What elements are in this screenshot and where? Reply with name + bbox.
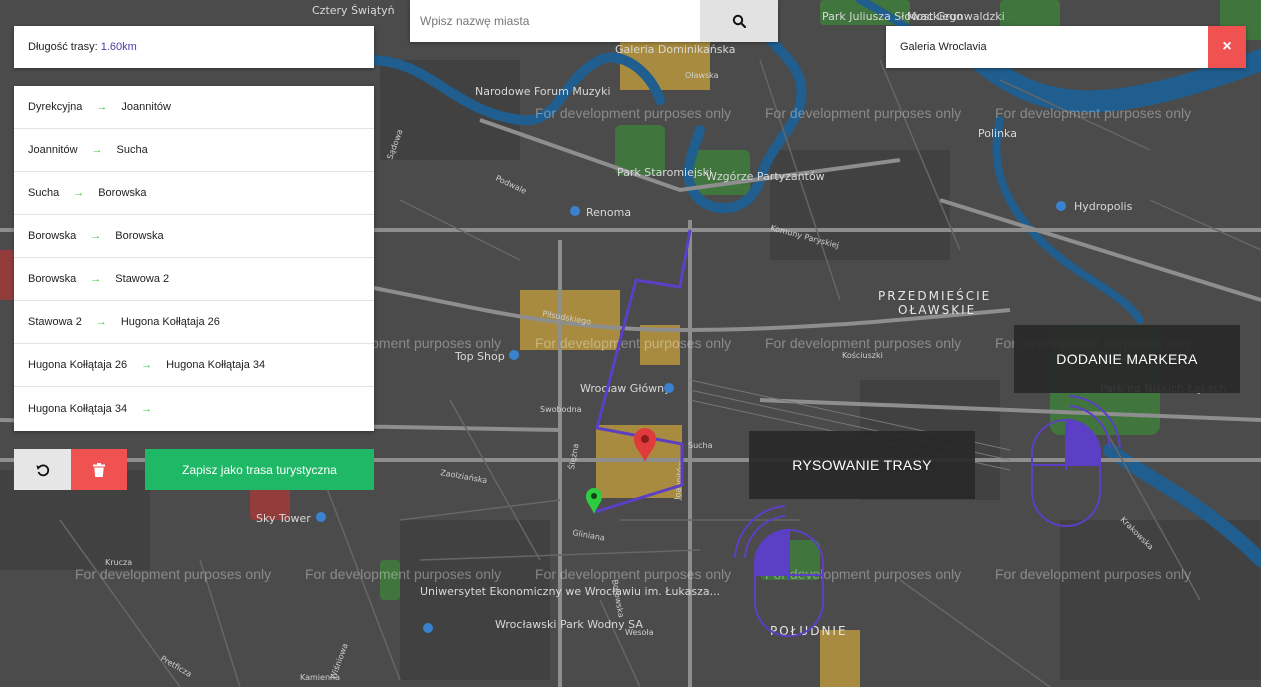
- map-watermark: For development purposes only: [995, 105, 1191, 121]
- route-length-value: 1.60km: [100, 41, 137, 53]
- map-watermark: For development purposes only: [765, 105, 961, 121]
- place-label: Galeria Dominikańska: [615, 43, 735, 56]
- undo-button[interactable]: [14, 449, 71, 490]
- street-label: Oławska: [685, 71, 719, 80]
- arrow-right-icon: →: [141, 359, 153, 371]
- street-label: Sucha: [688, 441, 713, 450]
- leg-to: Joannitów: [121, 101, 171, 113]
- list-item[interactable]: Sucha → Borowska: [14, 172, 374, 215]
- place-label: Sky Tower: [256, 512, 311, 525]
- leg-from: Hugona Kołłątaja 26: [28, 359, 128, 371]
- street-label: Wesoła: [625, 628, 654, 637]
- route-legs-list: Dyrekcyjna → Joannitów Joannitów → Sucha…: [14, 86, 374, 431]
- trash-icon: [93, 462, 105, 477]
- place-label: Park Staromiejski: [617, 166, 712, 179]
- place-label: Wrocław Główny: [580, 382, 671, 395]
- arrow-right-icon: →: [91, 144, 103, 156]
- place-label: Wrocławski Park Wodny SA: [495, 618, 643, 631]
- route-length-box: Długość trasy: 1.60km: [14, 26, 374, 68]
- place-label: Hydropolis: [1074, 200, 1133, 213]
- place-label: Renoma: [586, 206, 631, 219]
- list-item[interactable]: Hugona Kołłątaja 26 → Hugona Kołłątaja 3…: [14, 344, 374, 387]
- leg-from: Dyrekcyjna: [28, 101, 83, 113]
- list-item[interactable]: Hugona Kołłątaja 34 →: [14, 387, 374, 430]
- place-label: Cztery Świątyń: [312, 4, 395, 17]
- district-label: PRZEDMIEŚCIE: [878, 288, 991, 303]
- list-item[interactable]: Joannitów → Sucha: [14, 129, 374, 172]
- arrow-right-icon: →: [96, 101, 108, 113]
- map-watermark: For development purposes only: [305, 566, 501, 582]
- leg-to: Borowska: [98, 187, 147, 199]
- leg-to: Hugona Kołłątaja 34: [166, 359, 266, 371]
- route-length-label: Długość trasy:: [28, 41, 98, 53]
- search-button[interactable]: [700, 0, 778, 42]
- city-search-input[interactable]: [410, 0, 700, 42]
- street-label: Swobodna: [540, 405, 582, 414]
- city-search-bar: [410, 0, 778, 42]
- place-label: Top Shop: [454, 350, 505, 363]
- close-icon: ×: [1222, 38, 1232, 55]
- leg-from: Hugona Kołłątaja 34: [28, 402, 128, 415]
- draw-route-hint-label: RYSOWANIE TRASY: [792, 457, 932, 473]
- poi-icon: [570, 206, 580, 216]
- poi-icon: [316, 512, 326, 522]
- map-watermark: For development purposes only: [535, 566, 731, 582]
- add-marker-hint-label: DODANIE MARKERA: [1056, 351, 1198, 367]
- poi-icon: [423, 623, 433, 633]
- list-item[interactable]: Stawowa 2 → Hugona Kołłątaja 26: [14, 301, 374, 344]
- poi-icon: [1056, 201, 1066, 211]
- selected-place-box: Galeria Wroclavia ×: [886, 26, 1246, 68]
- arrow-right-icon: →: [90, 273, 102, 285]
- map-watermark: For development purposes only: [75, 566, 271, 582]
- list-item[interactable]: Dyrekcyjna → Joannitów: [14, 86, 374, 129]
- leg-to: Sucha: [116, 144, 148, 156]
- save-button-label: Zapisz jako trasa turystyczna: [182, 462, 337, 477]
- search-icon: [732, 14, 746, 28]
- leg-from: Sucha: [28, 187, 60, 199]
- map-watermark: For development purposes only: [995, 566, 1191, 582]
- arrow-right-icon: →: [73, 187, 85, 199]
- arrow-right-icon: →: [95, 316, 107, 328]
- selected-place-name: Galeria Wroclavia: [900, 41, 987, 53]
- leg-to: Borowska: [115, 230, 164, 242]
- map-watermark: For development purposes only: [535, 105, 731, 121]
- place-label: Narodowe Forum Muzyki: [475, 85, 611, 98]
- leg-from: Borowska: [28, 273, 77, 285]
- draw-route-hint: RYSOWANIE TRASY: [749, 431, 975, 499]
- list-item[interactable]: Borowska → Stawowa 2: [14, 258, 374, 301]
- poi-icon: [509, 350, 519, 360]
- street-label: Krucza: [105, 558, 132, 567]
- map-watermark: For development purposes only: [765, 335, 961, 351]
- poi-icon: [664, 383, 674, 393]
- place-label: Park Juliusza Słowackiego: [822, 10, 963, 23]
- place-label: Polinka: [978, 127, 1017, 140]
- leg-from: Joannitów: [28, 144, 78, 156]
- arrow-right-icon: →: [90, 230, 102, 242]
- place-label: Wzgórze Partyzantów: [706, 170, 825, 183]
- street-label: Kościuszki: [842, 350, 883, 360]
- save-tourist-route-button[interactable]: Zapisz jako trasa turystyczna: [145, 449, 374, 490]
- place-label: Uniwersytet Ekonomiczny we Wrocławiu im.…: [420, 585, 720, 598]
- add-marker-hint: DODANIE MARKERA: [1014, 325, 1240, 393]
- close-button[interactable]: ×: [1208, 26, 1246, 68]
- undo-icon: [35, 463, 49, 476]
- leg-from: Stawowa 2: [28, 316, 82, 328]
- arrow-right-icon: →: [141, 402, 153, 415]
- map-watermark: For development purposes only: [535, 335, 731, 351]
- leg-to: Hugona Kołłątaja 26: [120, 316, 220, 328]
- leg-to: Stawowa 2: [115, 273, 170, 285]
- delete-route-button[interactable]: [71, 449, 127, 490]
- district-label: OŁAWSKIE: [898, 303, 976, 317]
- list-item[interactable]: Borowska → Borowska: [14, 215, 374, 258]
- leg-from: Borowska: [28, 230, 77, 242]
